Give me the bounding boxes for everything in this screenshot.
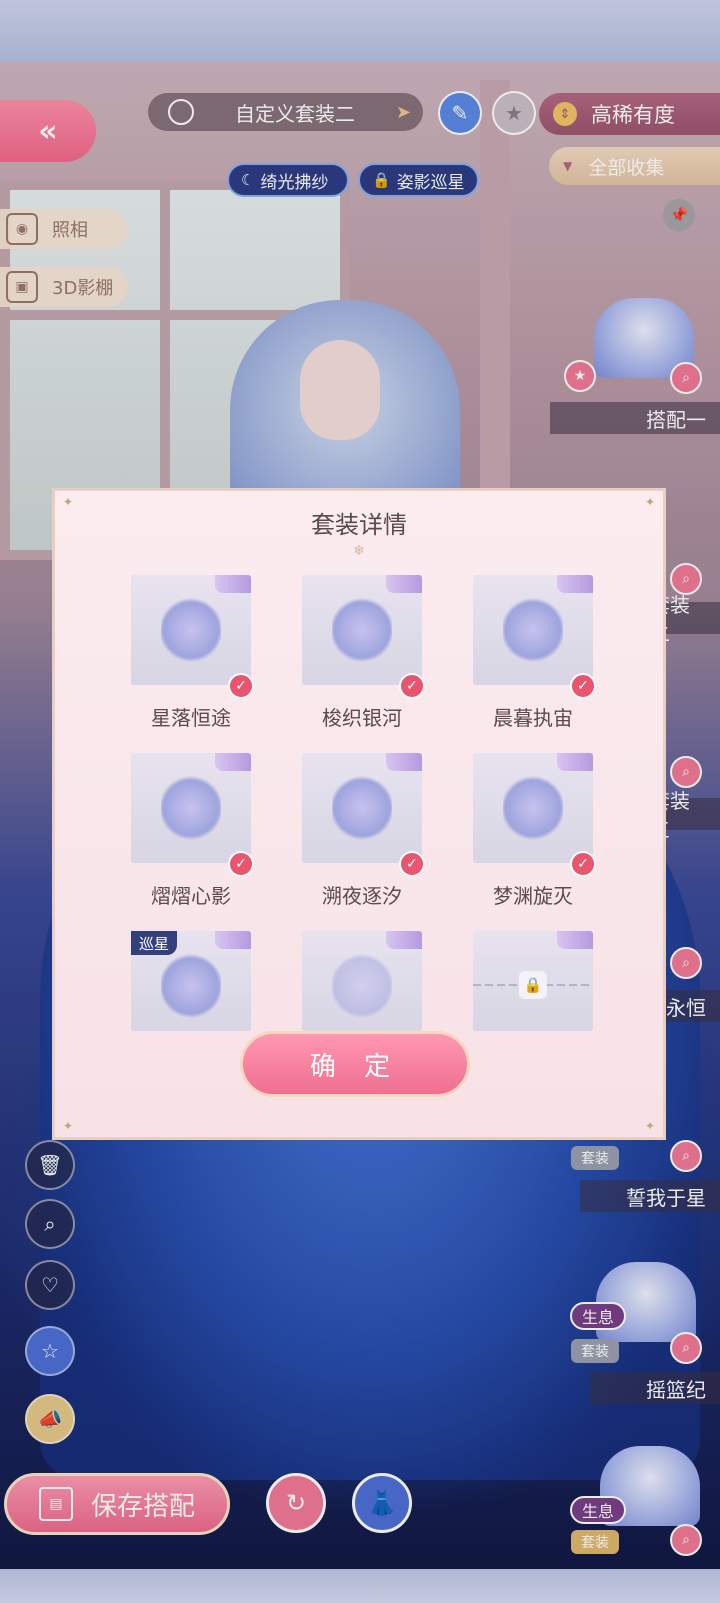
- confirm-label: 确 定: [309, 1051, 401, 1082]
- item-thumbnail: [302, 753, 422, 863]
- snowflake-icon: ❄: [353, 543, 365, 559]
- check-icon: ✓: [228, 851, 254, 877]
- item-thumbnail: [302, 931, 422, 1031]
- confirm-button[interactable]: 确 定: [240, 1031, 470, 1097]
- lock-icon: 🔒: [519, 971, 547, 999]
- item-thumbnail: [302, 575, 422, 685]
- item-name: 梭织银河: [322, 706, 402, 730]
- check-icon: ✓: [228, 673, 254, 699]
- item-thumbnail: [473, 575, 593, 685]
- item-name: 晨暮执宙: [493, 706, 573, 730]
- item-name: 梦渊旋灭: [493, 884, 573, 908]
- check-icon: ✓: [570, 673, 596, 699]
- item-thumbnail: [473, 753, 593, 863]
- item-name: 熠熠心影: [151, 884, 231, 908]
- item-name: 溯夜逐汐: [322, 884, 402, 908]
- xunxing-tag: 巡星: [131, 931, 178, 955]
- item-thumbnail: [131, 753, 251, 863]
- corner-ornament-icon: ✦: [63, 1119, 74, 1133]
- modal-title: 套装详情: [311, 511, 407, 539]
- suit-details-modal: ✦ ✦ ✦ ✦ 套装详情 ❄ ✓ 星落恒途 ✓ 梭织银河 ✓ 晨暮执宙 ✓ 熠熠…: [52, 488, 666, 1140]
- check-icon: ✓: [570, 851, 596, 877]
- check-icon: ✓: [399, 851, 425, 877]
- corner-ornament-icon: ✦: [644, 1119, 655, 1133]
- item-thumbnail: [131, 575, 251, 685]
- item-name: 星落恒途: [151, 706, 231, 730]
- check-icon: ✓: [399, 673, 425, 699]
- game-scene: « 自定义套装二 ➤ ✎ ★ ⇕ 高稀有度 ▼ 全部收集 ☾ 绮光拂纱 🔒 姿影…: [0, 0, 720, 1603]
